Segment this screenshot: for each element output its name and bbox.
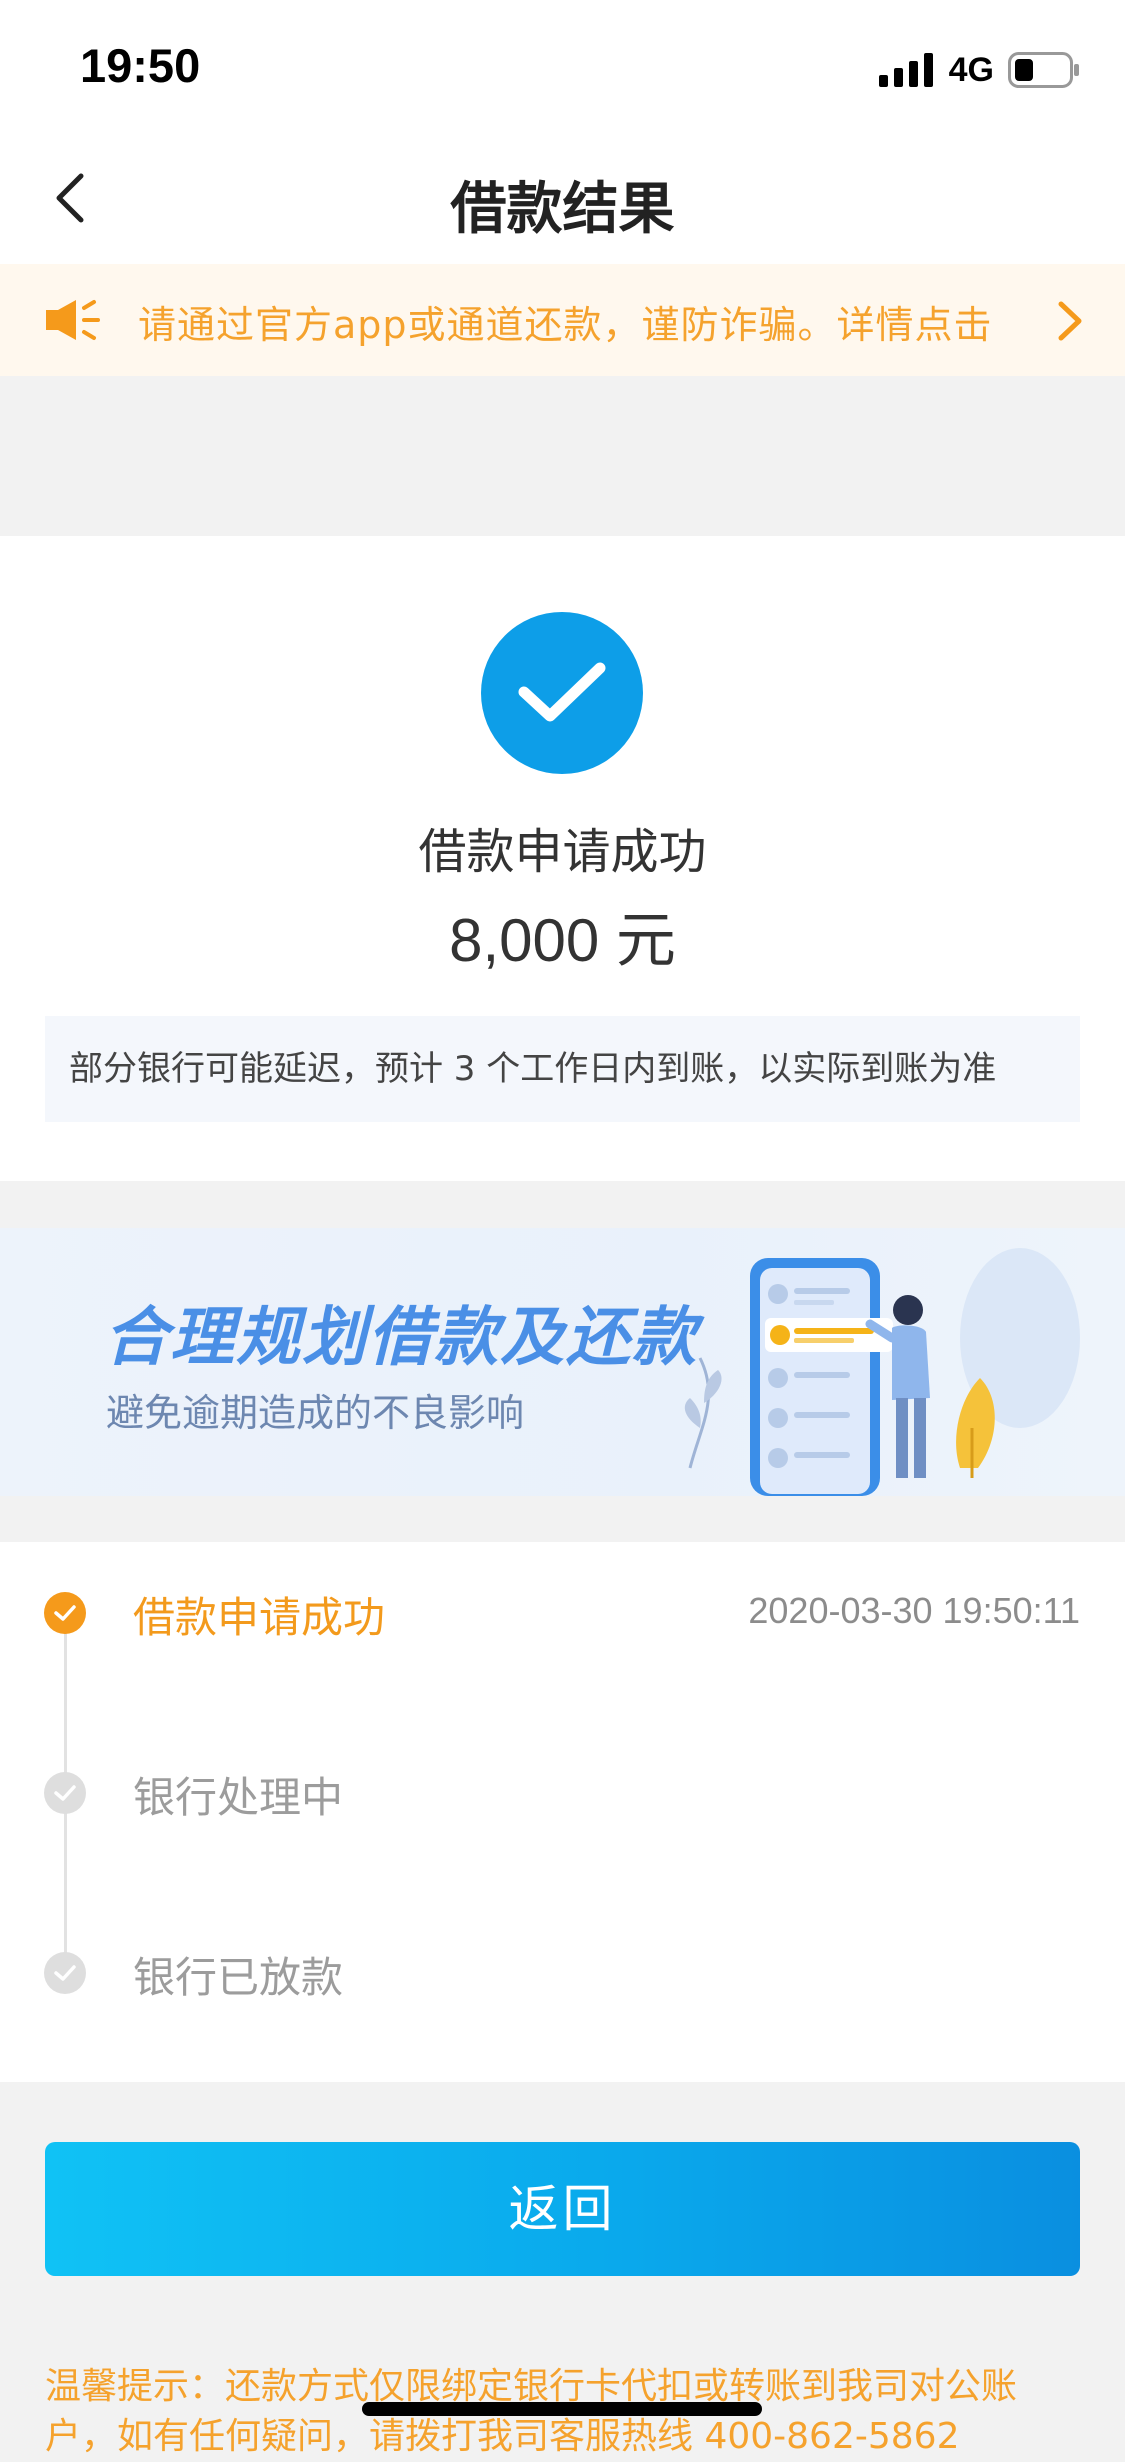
phone-illustration: [684, 1248, 1080, 1496]
timeline-step-disbursed: 银行已放款: [0, 1932, 1125, 2012]
check-icon: [44, 1592, 86, 1634]
banner-subtitle: 避免逾期造成的不良影响: [106, 1391, 525, 1435]
check-icon: [44, 1952, 86, 1994]
network-type: 4G: [948, 50, 994, 89]
signal-icon: [878, 53, 933, 87]
timeline-step-label: 银行已放款: [133, 1953, 344, 2002]
result-title: 借款申请成功: [418, 824, 707, 880]
check-icon: [44, 1772, 86, 1814]
status-right: 4G: [878, 48, 1080, 92]
result-card: 借款申请成功 8,000 元 部分银行可能延迟，预计 3 个工作日内到账，以实际…: [0, 536, 1125, 1181]
chevron-right-icon: [1058, 301, 1082, 341]
banner-title: 合理规划借款及还款: [104, 1301, 698, 1375]
timeline-step-label: 银行处理中: [133, 1773, 344, 1822]
nav-bar: 借款结果: [0, 132, 1125, 264]
home-indicator[interactable]: [362, 2402, 762, 2416]
megaphone-icon: [46, 300, 100, 340]
battery-icon: [1008, 52, 1079, 88]
timeline-step-applied: 借款申请成功 2020-03-30 19:50:11: [0, 1572, 1125, 1652]
return-button[interactable]: 返回: [45, 2142, 1080, 2276]
progress-timeline: 借款申请成功 2020-03-30 19:50:11 银行处理中 银行已放款: [0, 1542, 1125, 2082]
notice-text: 请通过官方app或通道还款，谨防诈骗。详情点击: [138, 303, 993, 347]
status-time: 19:50: [80, 39, 201, 92]
timeline-step-label: 借款申请成功: [133, 1593, 386, 1642]
timeline-step-processing: 银行处理中: [0, 1752, 1125, 1832]
page-title: 借款结果: [450, 177, 675, 242]
timeline-step-time: 2020-03-30 19:50:11: [748, 1590, 1080, 1631]
notice-bar[interactable]: 请通过官方app或通道还款，谨防诈骗。详情点击: [0, 264, 1125, 376]
loan-amount: 8,000 元: [449, 907, 676, 974]
status-bar: 19:50 4G: [0, 0, 1125, 132]
promo-banner[interactable]: 合理规划借款及还款 避免逾期造成的不良影响: [0, 1228, 1125, 1496]
arrival-note: 部分银行可能延迟，预计 3 个工作日内到账，以实际到账为准: [45, 1016, 1080, 1122]
success-check-icon: [481, 612, 643, 774]
